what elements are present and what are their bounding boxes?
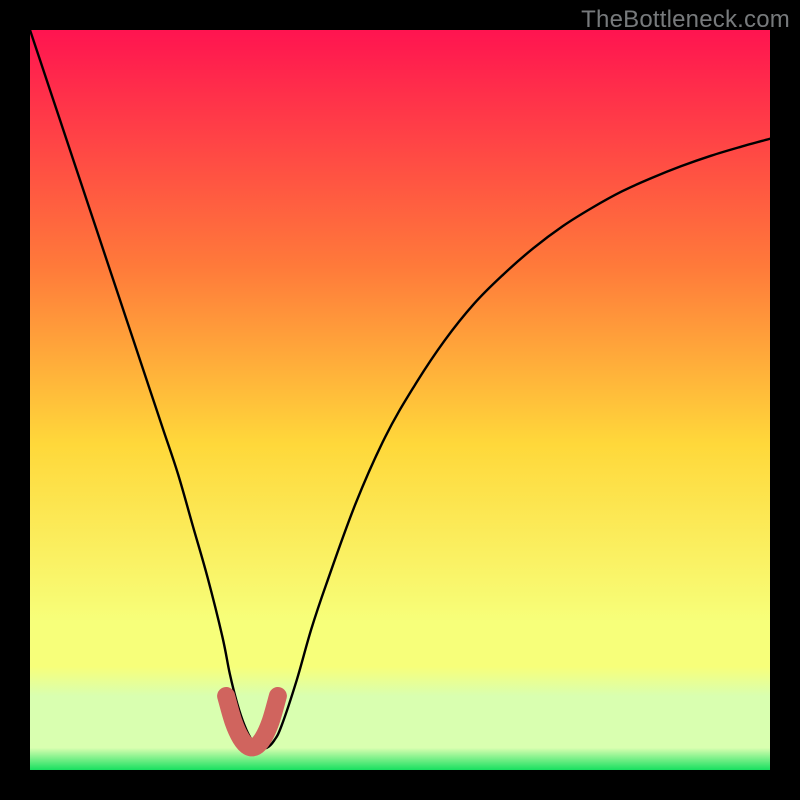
gradient-background bbox=[30, 30, 770, 770]
chart-frame: TheBottleneck.com bbox=[0, 0, 800, 800]
bottleneck-chart bbox=[30, 30, 770, 770]
plot-area bbox=[30, 30, 770, 770]
